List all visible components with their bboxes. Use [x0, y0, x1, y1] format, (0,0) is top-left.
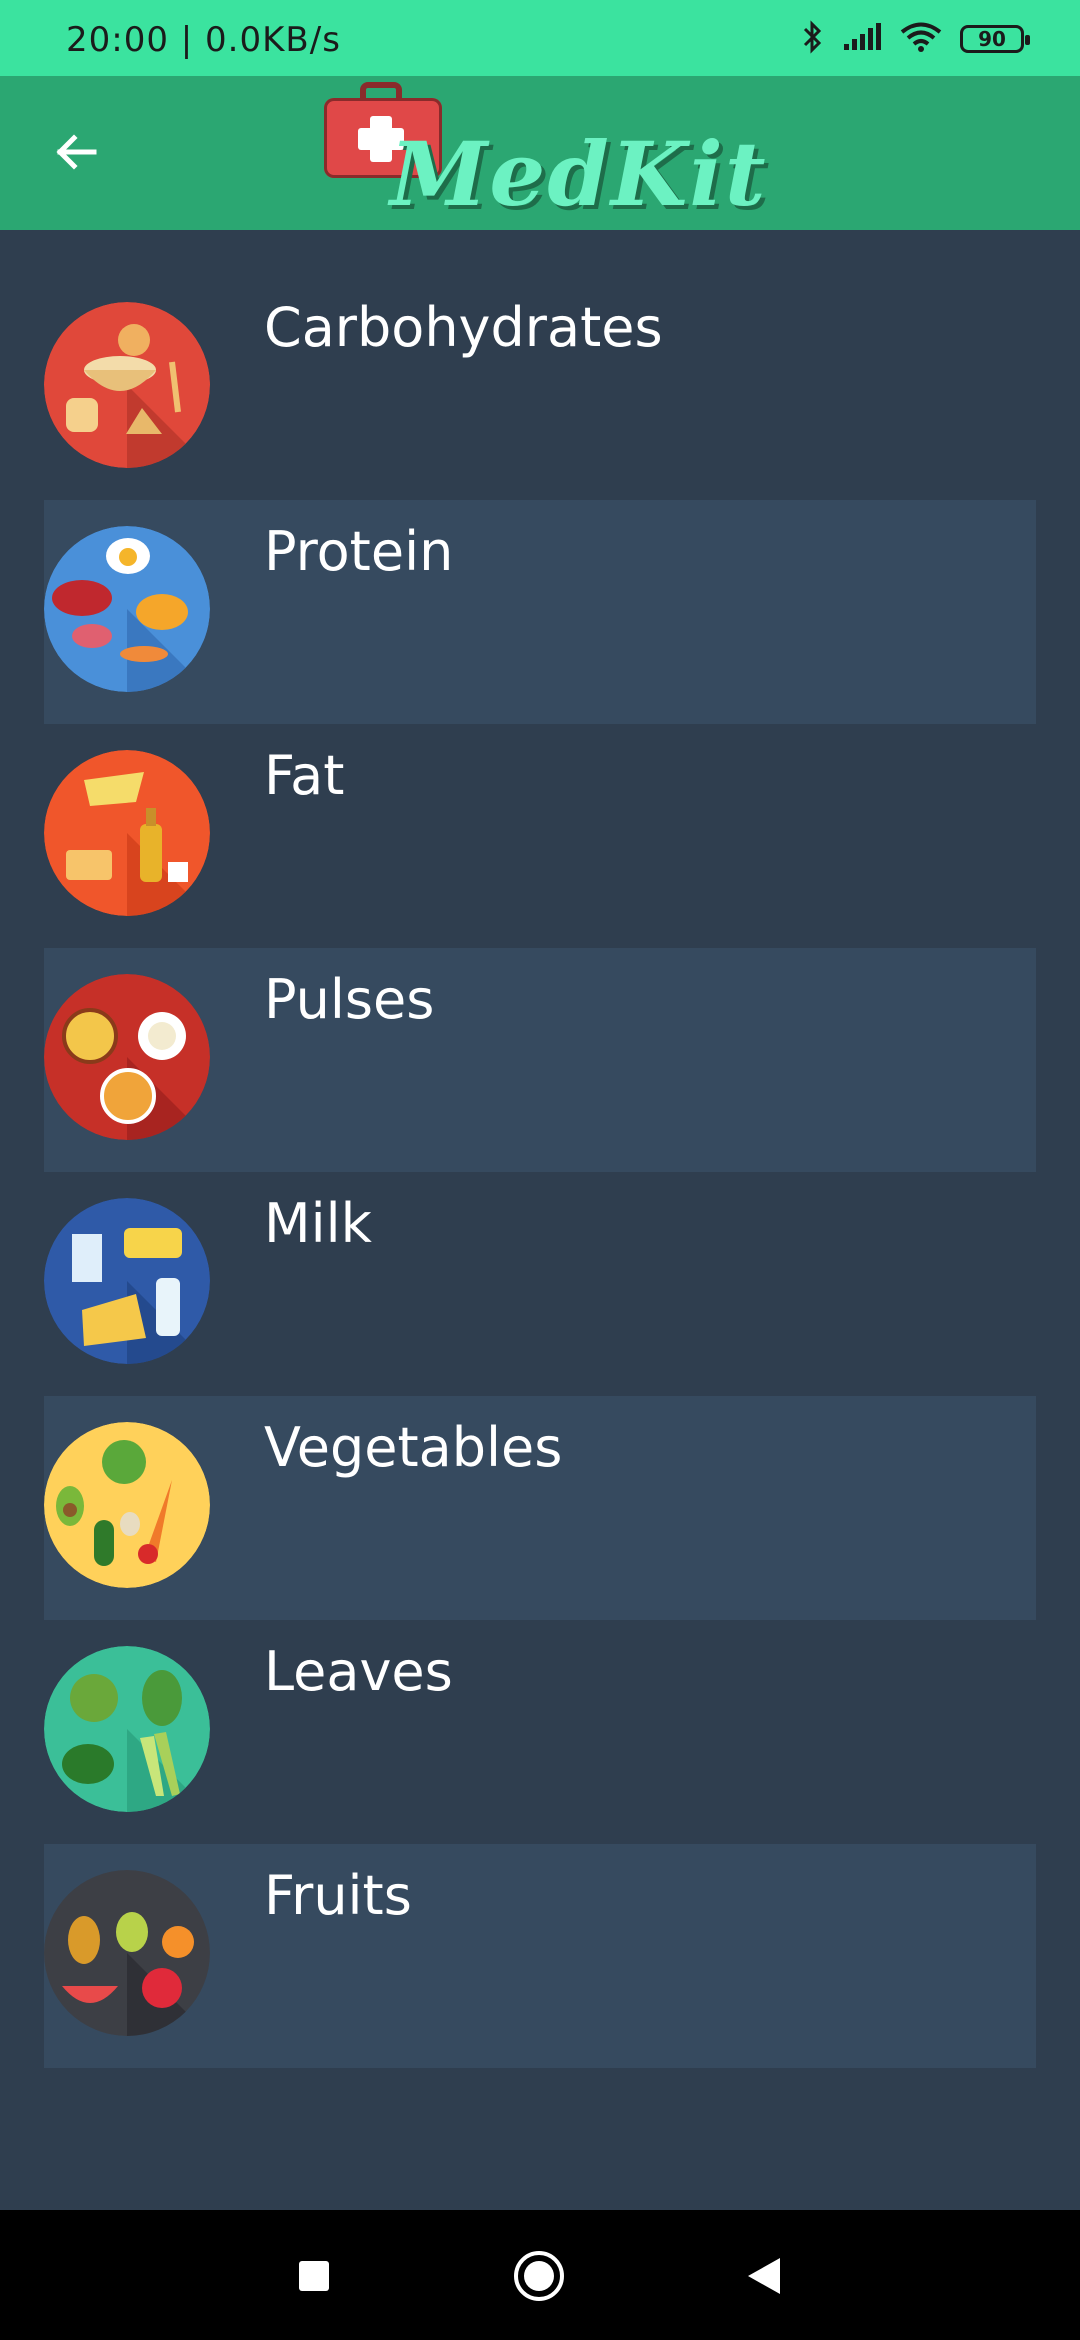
- vegetables-icon: [44, 1422, 210, 1588]
- list-item-label: Milk: [264, 1192, 372, 1255]
- triangle-back-icon: [748, 2258, 780, 2294]
- battery-icon: 90: [960, 25, 1030, 53]
- carbohydrates-icon: [44, 302, 210, 468]
- fat-icon: [44, 750, 210, 916]
- leaves-icon: [44, 1646, 210, 1812]
- protein-icon: [44, 526, 210, 692]
- circle-icon: [514, 2251, 564, 2301]
- fruits-icon: [44, 1870, 210, 2036]
- list-item-label: Fat: [264, 744, 345, 807]
- list-item-carbohydrates[interactable]: Carbohydrates: [44, 276, 1036, 500]
- recents-button[interactable]: [284, 2246, 344, 2306]
- status-bar: 20:00 | 0.0KB/s 90: [0, 0, 1080, 76]
- list-item-label: Carbohydrates: [264, 296, 663, 359]
- milk-icon: [44, 1198, 210, 1364]
- back-nav-button[interactable]: [734, 2246, 794, 2306]
- bluetooth-icon: [802, 20, 824, 58]
- logo-text: MedKit: [390, 122, 768, 226]
- list-item-leaves[interactable]: Leaves: [44, 1620, 1036, 1844]
- list-item-label: Fruits: [264, 1864, 412, 1927]
- list-item-fruits[interactable]: Fruits: [44, 1844, 1036, 2068]
- home-button[interactable]: [509, 2246, 569, 2306]
- wifi-icon: [900, 21, 942, 57]
- system-navigation-bar: [0, 2210, 1080, 2340]
- list-item-vegetables[interactable]: Vegetables: [44, 1396, 1036, 1620]
- list-item-label: Protein: [264, 520, 454, 583]
- list-item-fat[interactable]: Fat: [44, 724, 1036, 948]
- app-bar: MedKit: [0, 76, 1080, 230]
- status-time: 20:00 | 0.0KB/s: [66, 20, 341, 60]
- list-item-pulses[interactable]: Pulses: [44, 948, 1036, 1172]
- list-item-label: Pulses: [264, 968, 435, 1031]
- arrow-left-icon: [56, 134, 97, 170]
- square-icon: [299, 2261, 329, 2291]
- status-icons: 90: [802, 18, 1030, 60]
- list-item-label: Vegetables: [264, 1416, 563, 1479]
- list-item-protein[interactable]: Protein: [44, 500, 1036, 724]
- list-item-label: Leaves: [264, 1640, 453, 1703]
- back-button[interactable]: [44, 120, 108, 184]
- medkit-logo: MedKit: [320, 82, 766, 232]
- category-list: Carbohydrates Protein Fat Pulses Milk Ve…: [44, 276, 1036, 2068]
- pulses-icon: [44, 974, 210, 1140]
- signal-icon: [842, 22, 882, 56]
- list-item-milk[interactable]: Milk: [44, 1172, 1036, 1396]
